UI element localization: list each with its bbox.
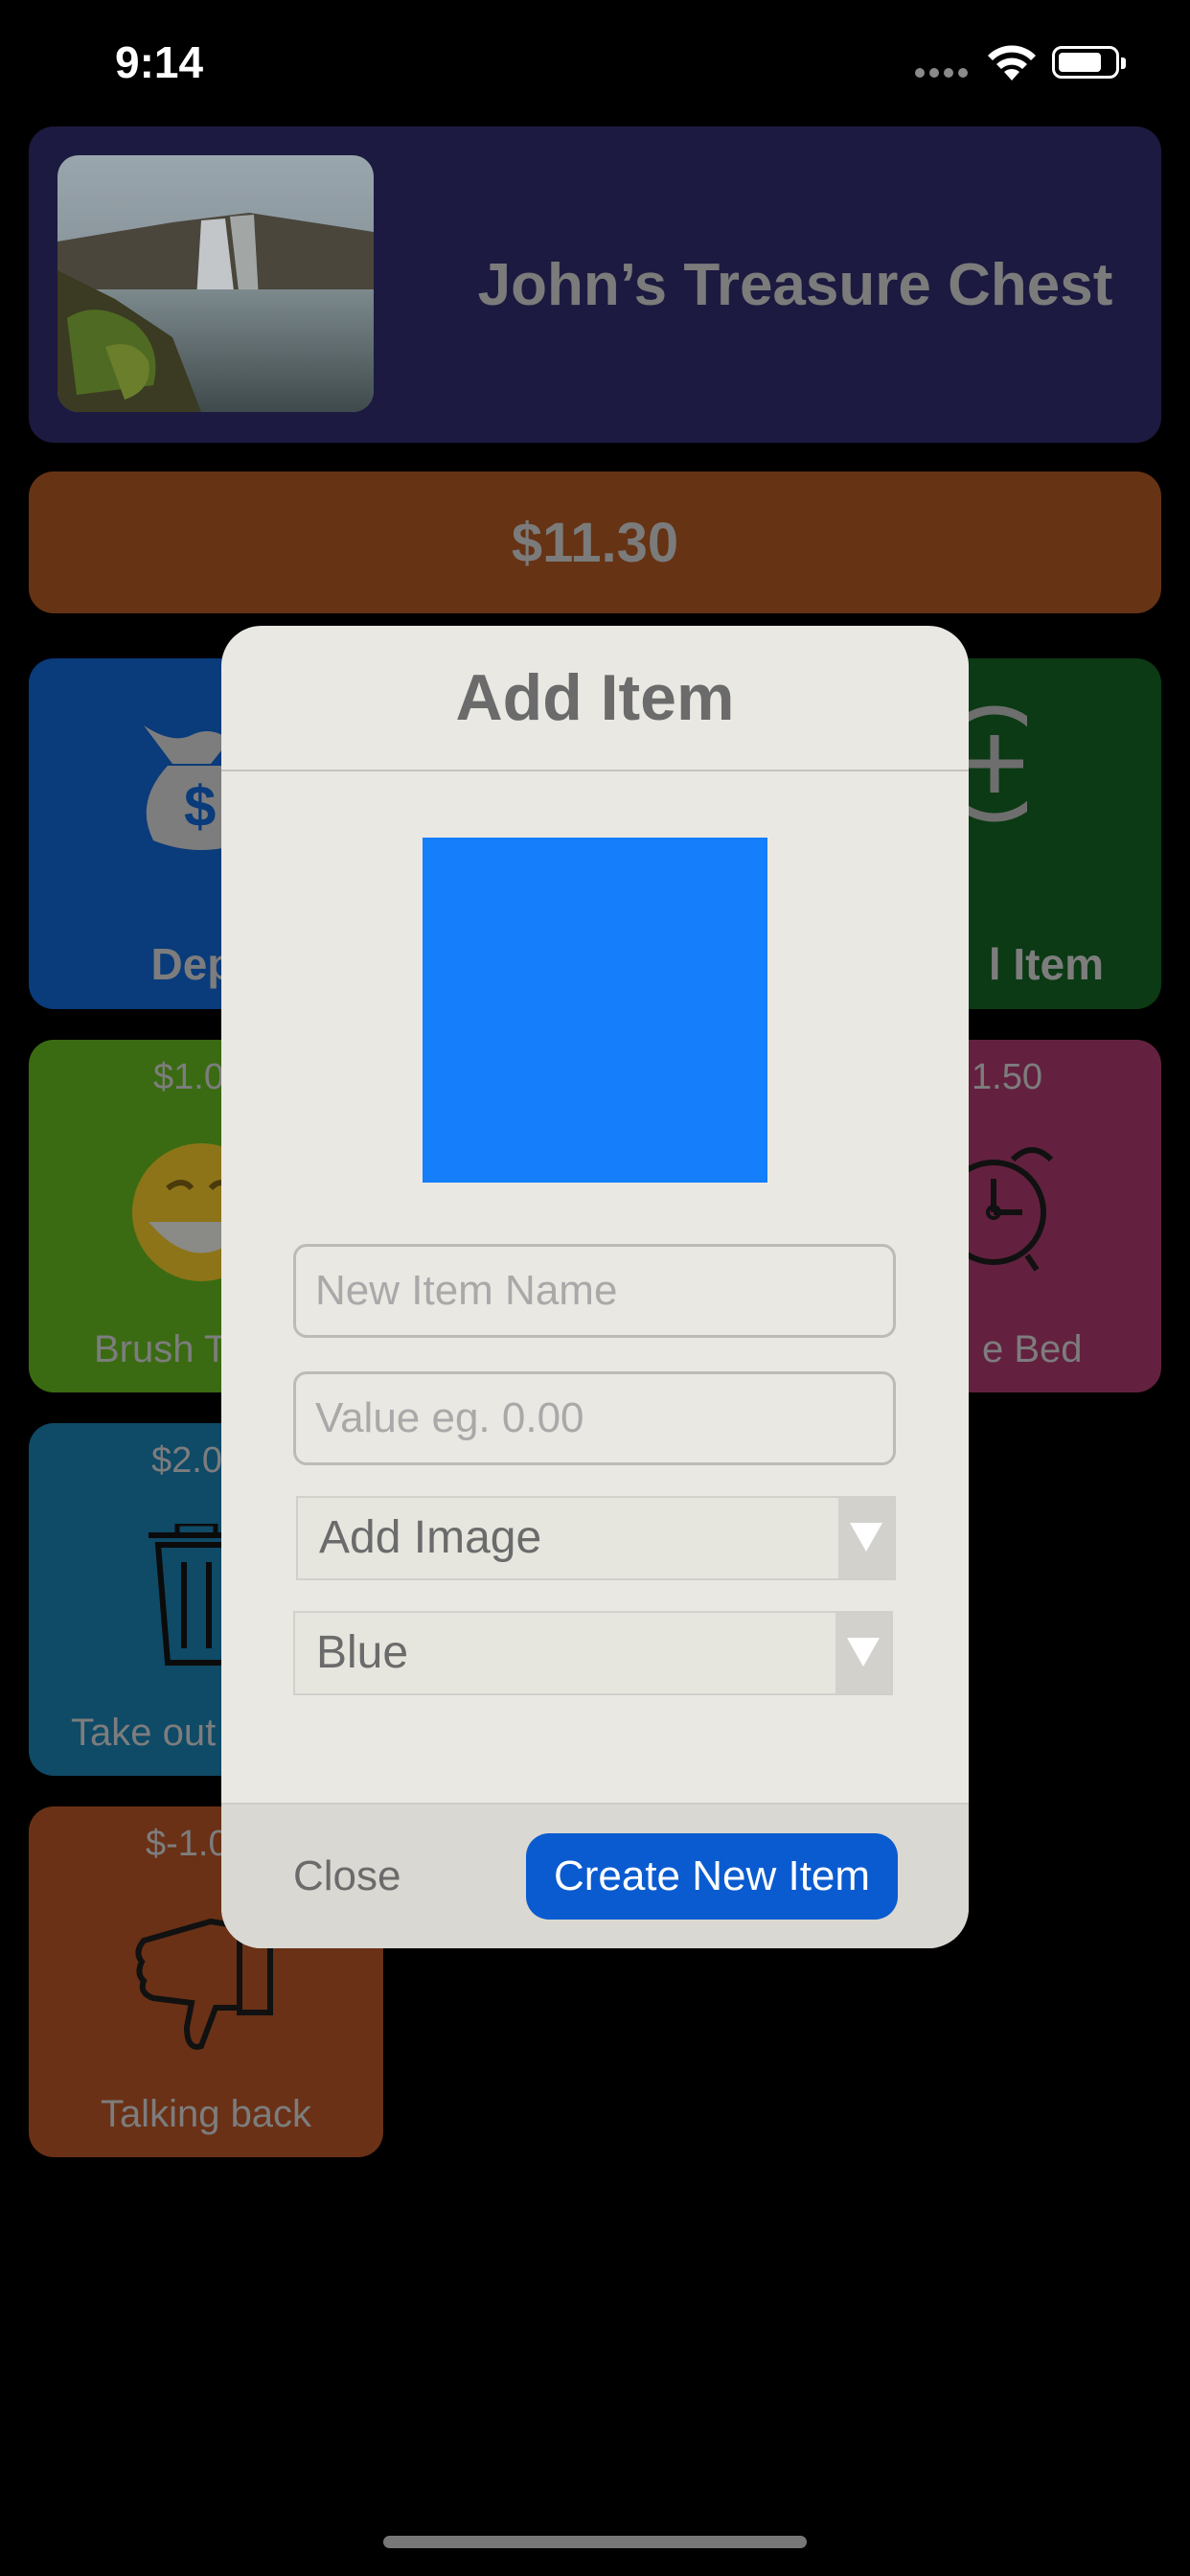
- select-value: Add Image: [319, 1512, 542, 1563]
- dropdown-arrow-icon[interactable]: [838, 1498, 894, 1578]
- add-item-dialog: Add Item Add Image Blue Close Create New…: [221, 626, 969, 1948]
- home-indicator[interactable]: [383, 2536, 807, 2548]
- tile-label: e Bed: [982, 1328, 1083, 1370]
- select-value: Blue: [316, 1627, 409, 1678]
- item-color-preview: [423, 838, 767, 1183]
- color-select[interactable]: Blue: [293, 1611, 893, 1695]
- cellular-signal-icon: [915, 65, 973, 82]
- item-name-input[interactable]: [293, 1244, 896, 1338]
- divider: [221, 770, 969, 771]
- dropdown-arrow-icon[interactable]: [835, 1613, 891, 1693]
- item-value-input[interactable]: [293, 1371, 896, 1465]
- status-bar: 9:14: [0, 0, 1190, 125]
- waterfall-photo: [57, 155, 374, 412]
- wifi-icon: [985, 42, 1039, 87]
- svg-text:$: $: [184, 774, 216, 839]
- create-new-item-button[interactable]: Create New Item: [526, 1833, 898, 1920]
- tile-label: Talking back: [100, 2093, 312, 2135]
- tile-label: l Item: [988, 939, 1104, 989]
- tile-price: 1.50: [972, 1057, 1042, 1097]
- close-button[interactable]: Close: [293, 1833, 401, 1920]
- balance-display: $11.30: [29, 472, 1161, 613]
- add-image-select[interactable]: Add Image: [296, 1496, 896, 1580]
- header-card: John’s Treasure Chest: [29, 126, 1161, 443]
- battery-icon: [1052, 46, 1126, 79]
- dialog-footer: Close Create New Item: [221, 1803, 969, 1948]
- status-time: 9:14: [115, 37, 204, 87]
- dialog-title: Add Item: [455, 661, 735, 734]
- chest-title: John’s Treasure Chest: [477, 251, 1113, 318]
